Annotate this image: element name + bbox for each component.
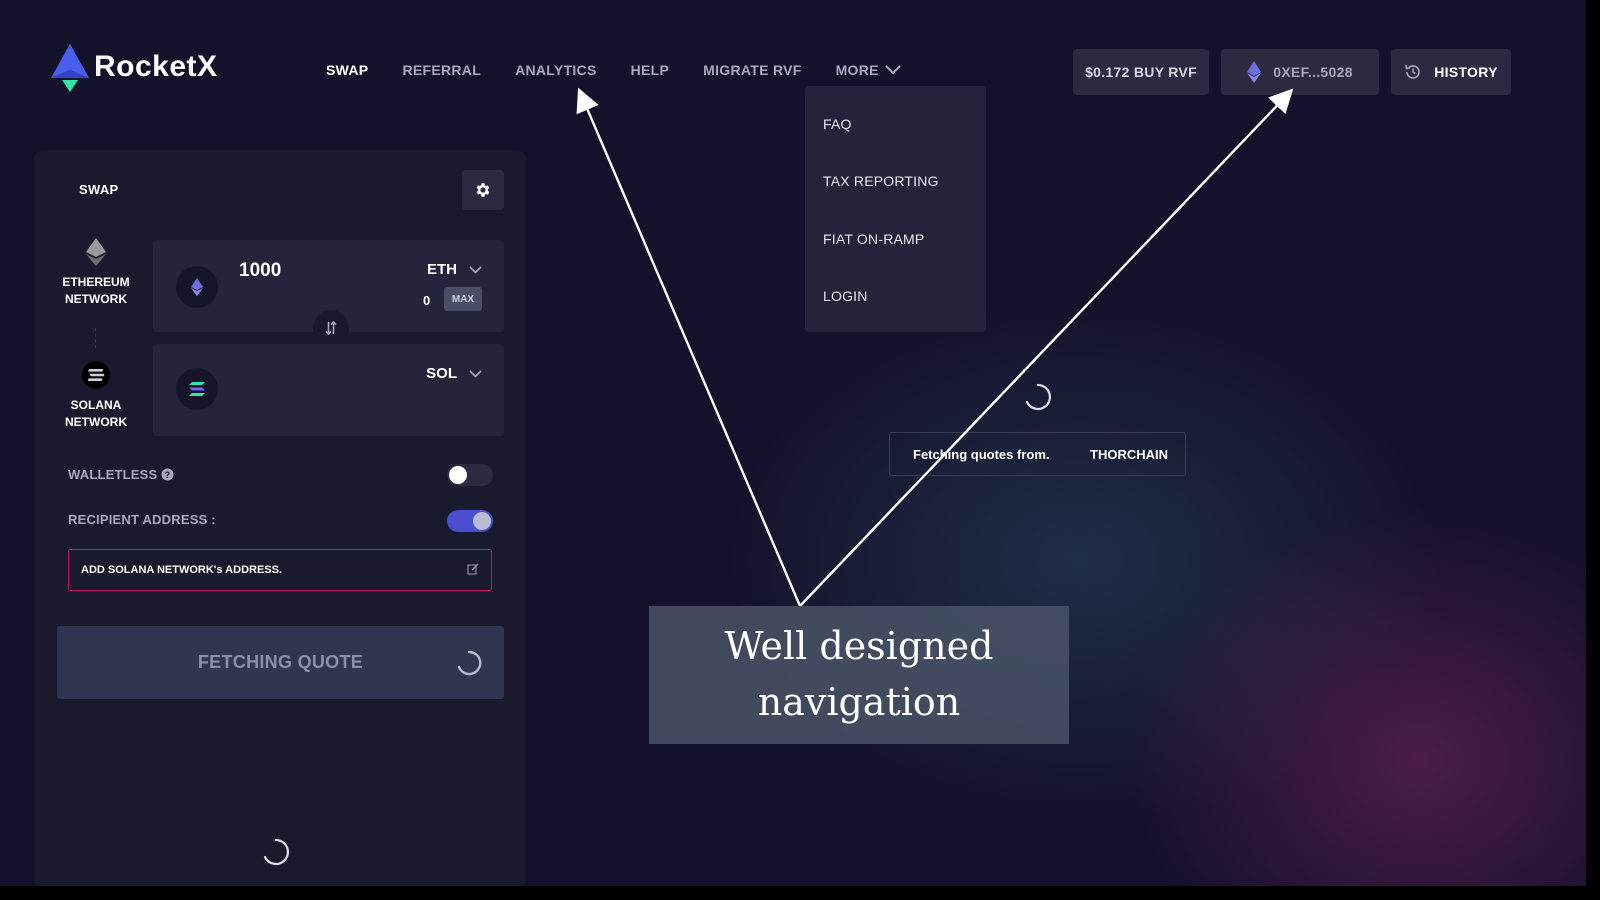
arrow-to-nav — [576, 87, 802, 607]
app-screen: RocketX SWAP REFERRAL ANALYTICS HELP MIG… — [0, 0, 1586, 886]
annotation-arrows — [576, 87, 1294, 607]
annotation-caption: Well designed navigation — [649, 606, 1069, 744]
caption-line-2: navigation — [757, 680, 961, 724]
caption-line-1: Well designed — [724, 624, 994, 668]
arrow-to-header-buttons — [799, 88, 1294, 607]
